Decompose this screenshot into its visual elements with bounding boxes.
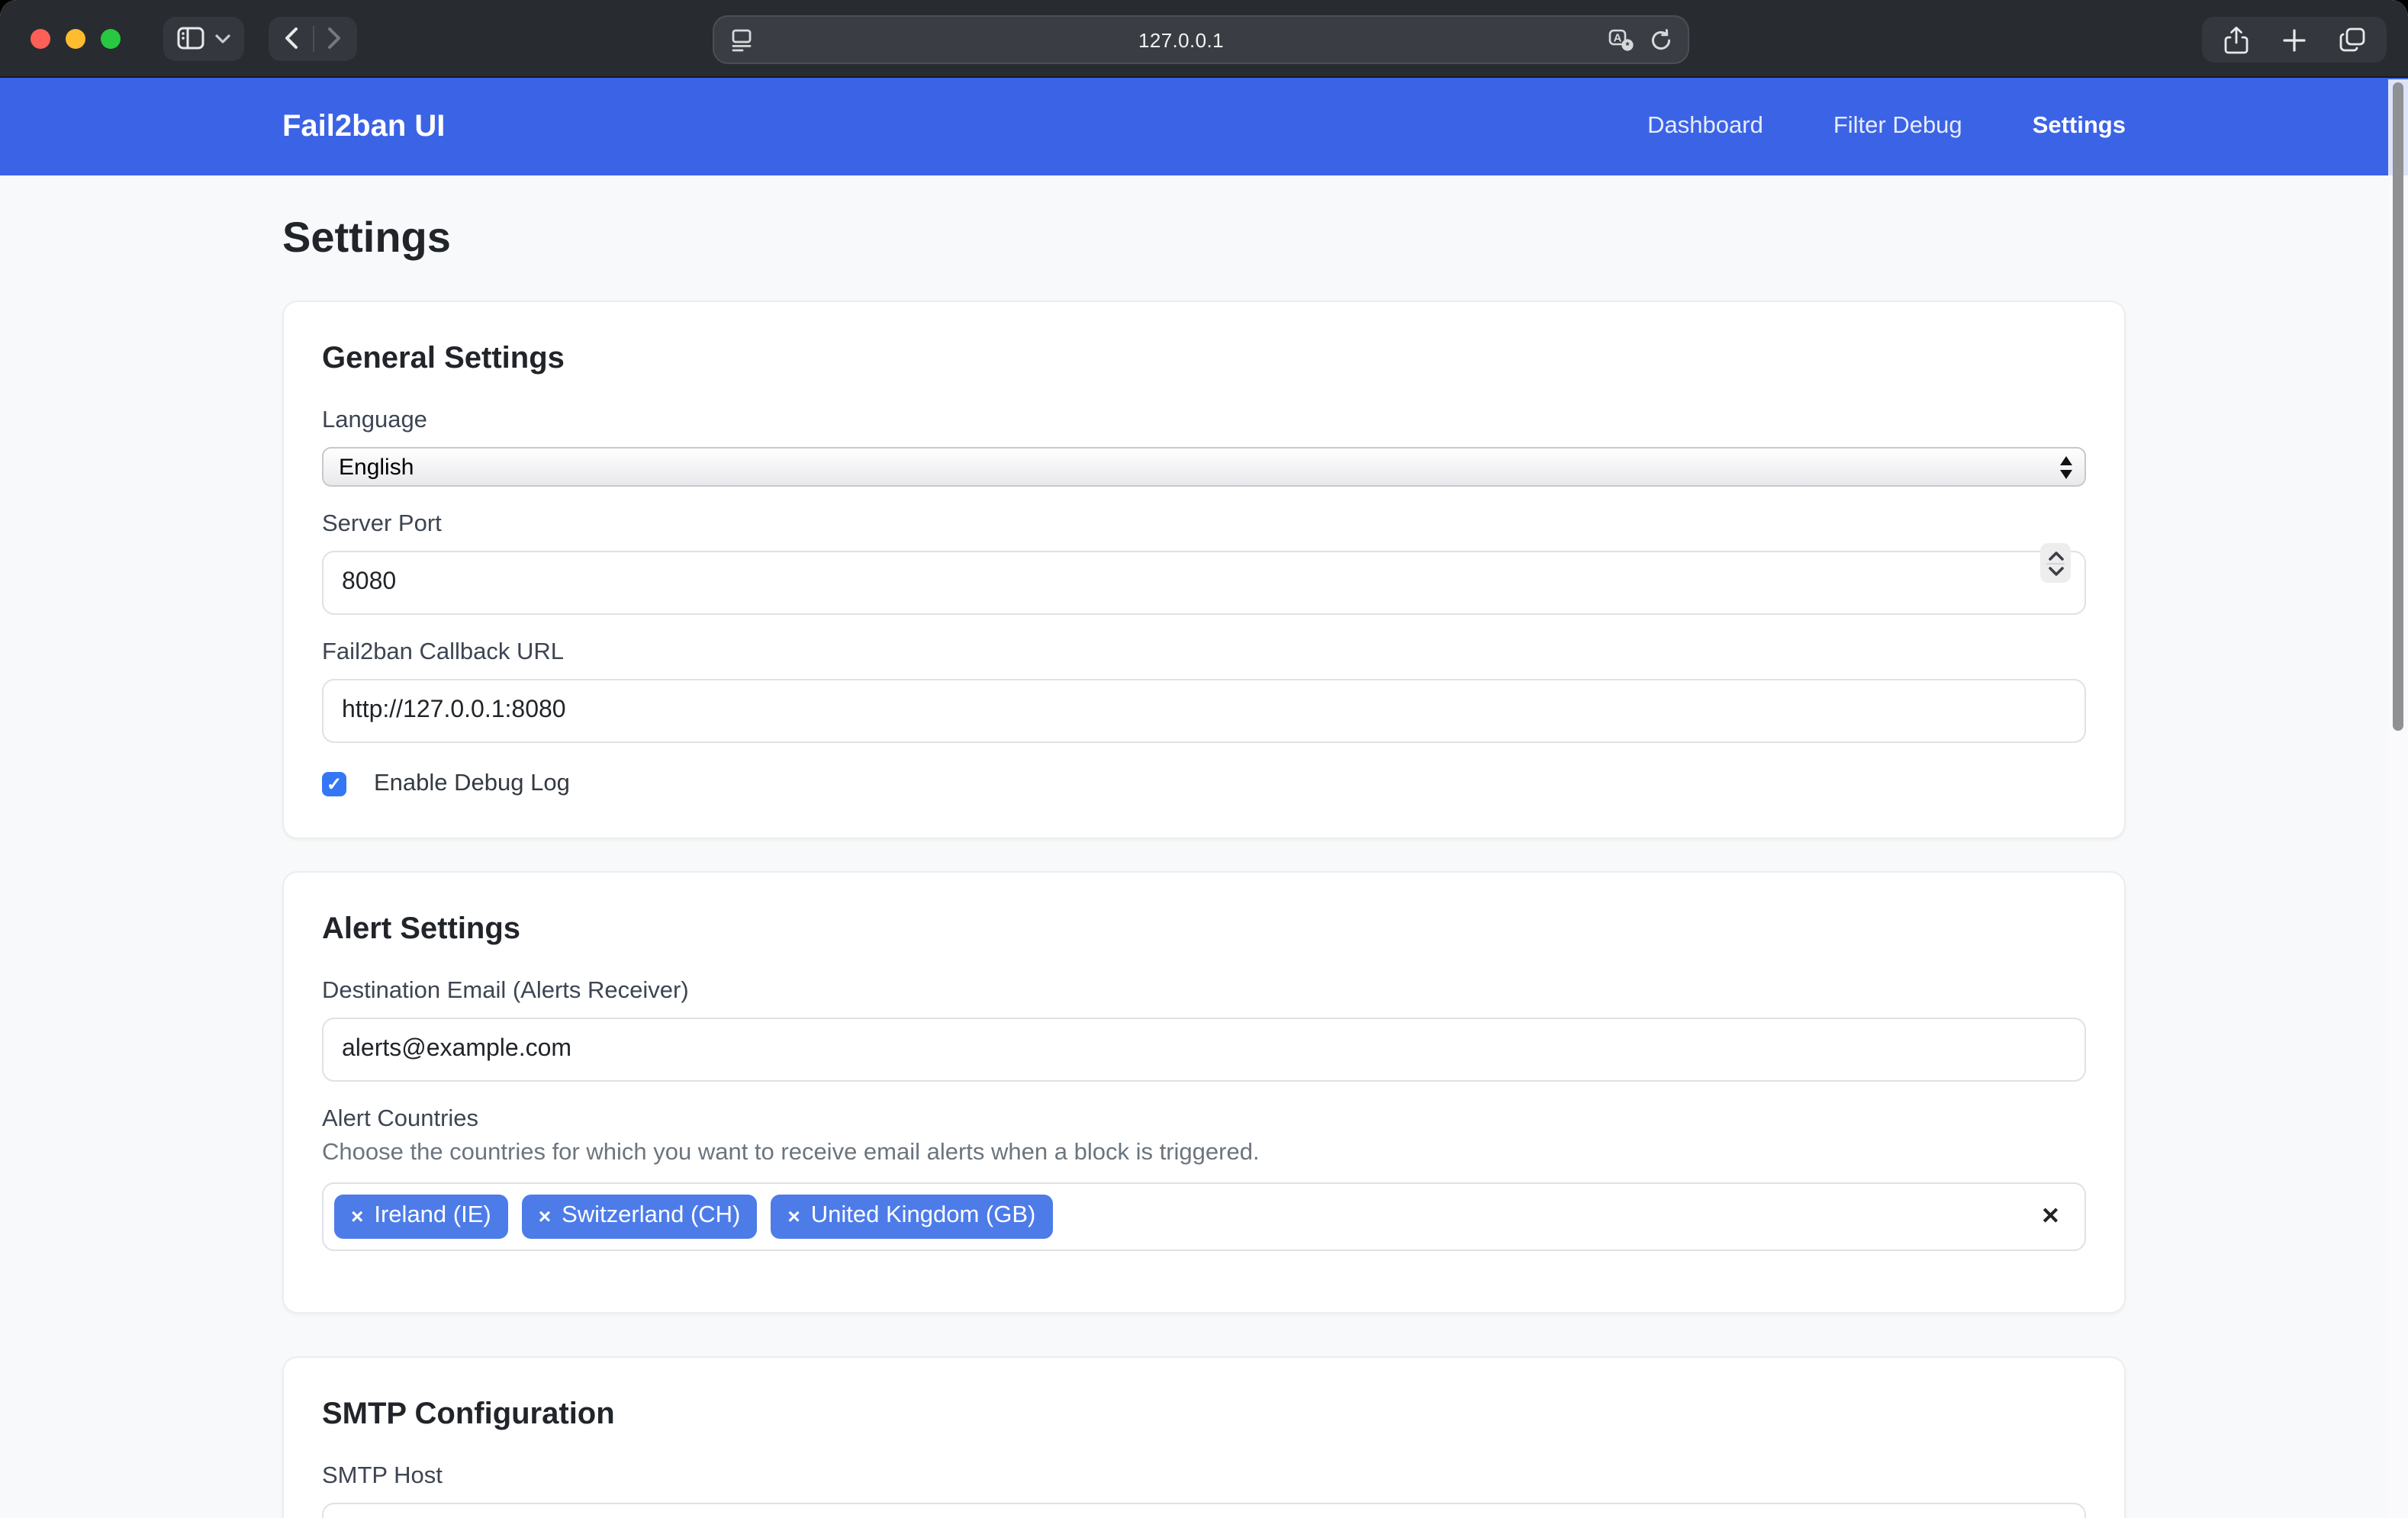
smtp-host-label: SMTP Host xyxy=(322,1462,2086,1490)
alert-settings-card: Alert Settings Destination Email (Alerts… xyxy=(282,871,2126,1313)
nav-link-settings[interactable]: Settings xyxy=(2033,113,2126,140)
language-label: Language xyxy=(322,407,2086,435)
alert-countries-input[interactable]: × Ireland (IE) × Switzerland (CH) xyxy=(322,1182,2086,1250)
scrollbar-thumb[interactable] xyxy=(2393,82,2403,731)
url-text[interactable]: 127.0.0.1 xyxy=(754,28,1608,51)
close-window-button[interactable] xyxy=(31,28,50,48)
alert-settings-heading: Alert Settings xyxy=(322,912,2086,947)
country-tag-label: United Kingdom (GB) xyxy=(811,1202,1036,1230)
chevron-down-icon xyxy=(215,33,230,43)
remove-country-icon[interactable]: × xyxy=(351,1204,363,1230)
number-stepper-icon[interactable] xyxy=(2040,543,2071,583)
server-port-label: Server Port xyxy=(322,511,2086,539)
alert-countries-help: Choose the countries for which you want … xyxy=(322,1140,2086,1167)
server-port-input[interactable] xyxy=(322,551,2086,615)
country-tag[interactable]: × Ireland (IE) xyxy=(334,1195,508,1238)
app-brand[interactable]: Fail2ban UI xyxy=(282,109,445,144)
page-icon[interactable] xyxy=(729,27,754,52)
alert-countries-label: Alert Countries xyxy=(322,1106,2086,1134)
new-tab-icon[interactable] xyxy=(2283,28,2306,51)
nav-link-filter-debug[interactable]: Filter Debug xyxy=(1833,113,1962,140)
smtp-configuration-heading: SMTP Configuration xyxy=(322,1397,2086,1432)
sidebar-toggle-button[interactable] xyxy=(163,16,244,60)
destination-email-input[interactable] xyxy=(322,1018,2086,1082)
browser-window: 127.0.0.1 A* xyxy=(0,0,2408,1518)
enable-debug-label[interactable]: Enable Debug Log xyxy=(374,770,570,798)
enable-debug-checkbox[interactable]: ✓ xyxy=(322,772,346,796)
sidebar-icon xyxy=(177,26,204,50)
translate-icon[interactable]: A* xyxy=(1608,28,1634,51)
country-tag[interactable]: × Switzerland (CH) xyxy=(522,1195,758,1238)
app-navbar: Fail2ban UI Dashboard Filter Debug Setti… xyxy=(0,78,2408,175)
smtp-host-input[interactable] xyxy=(322,1502,2086,1518)
forward-icon[interactable] xyxy=(327,26,342,50)
svg-text:A: A xyxy=(1614,31,1622,43)
nav-links: Dashboard Filter Debug Settings xyxy=(1647,113,2126,140)
country-tag-list: × Ireland (IE) × Switzerland (CH) xyxy=(334,1195,2041,1238)
callback-url-label: Fail2ban Callback URL xyxy=(322,639,2086,667)
language-select-value: English xyxy=(339,454,2060,480)
page-title: Settings xyxy=(282,214,2126,262)
share-icon[interactable] xyxy=(2223,25,2249,54)
minimize-window-button[interactable] xyxy=(66,28,85,48)
language-select[interactable]: English xyxy=(322,447,2086,487)
general-settings-card: General Settings Language English Server… xyxy=(282,301,2126,839)
tab-overview-icon[interactable] xyxy=(2339,27,2365,52)
toolbar-right-buttons xyxy=(2202,17,2387,63)
remove-country-icon[interactable]: × xyxy=(539,1204,551,1230)
country-tag-label: Switzerland (CH) xyxy=(562,1202,740,1230)
country-tag[interactable]: × United Kingdom (GB) xyxy=(771,1195,1052,1238)
divider xyxy=(313,25,314,51)
traffic-lights xyxy=(31,28,121,48)
callback-url-input[interactable] xyxy=(322,679,2086,743)
destination-email-label: Destination Email (Alerts Receiver) xyxy=(322,978,2086,1005)
select-arrows-icon xyxy=(2060,455,2072,478)
clear-countries-button[interactable]: ✕ xyxy=(2041,1203,2060,1230)
browser-titlebar: 127.0.0.1 A* xyxy=(0,0,2408,78)
zoom-window-button[interactable] xyxy=(101,28,121,48)
remove-country-icon[interactable]: × xyxy=(787,1204,800,1230)
general-settings-heading: General Settings xyxy=(322,342,2086,377)
back-icon[interactable] xyxy=(284,26,299,50)
country-tag-label: Ireland (IE) xyxy=(374,1202,491,1230)
smtp-configuration-card: SMTP Configuration SMTP Host xyxy=(282,1356,2126,1518)
reload-icon[interactable] xyxy=(1650,28,1672,51)
history-nav-buttons xyxy=(269,16,357,60)
nav-link-dashboard[interactable]: Dashboard xyxy=(1647,113,1763,140)
address-bar[interactable]: 127.0.0.1 A* xyxy=(713,15,1689,64)
